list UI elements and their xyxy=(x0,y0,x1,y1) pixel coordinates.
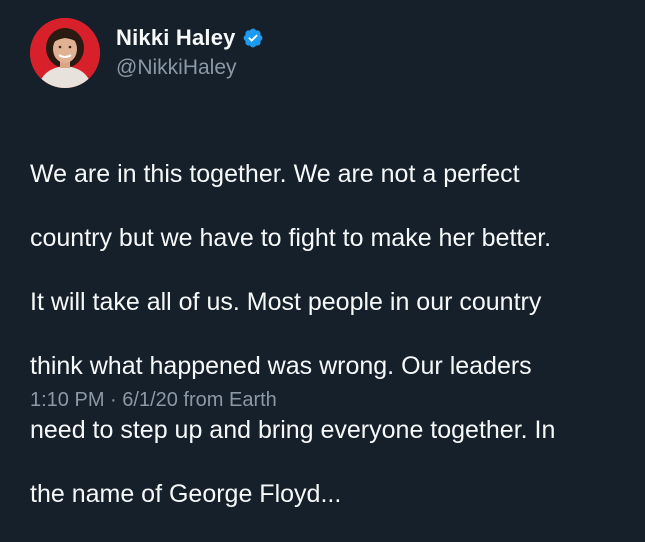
user-handle[interactable]: @NikkiHaley xyxy=(116,54,264,82)
verified-badge-icon xyxy=(242,27,264,49)
display-name[interactable]: Nikki Haley xyxy=(116,24,236,52)
tweet-text-line: country but we have to fight to make her… xyxy=(30,224,552,252)
tweet-source: from Earth xyxy=(177,389,277,411)
tweet-text-line: It will take all of us. Most people in o… xyxy=(30,288,542,316)
tweet-time[interactable]: 1:10 PM xyxy=(30,386,104,414)
tweet-date[interactable]: 6/1/20 xyxy=(122,386,178,414)
meta-separator: · xyxy=(104,389,123,411)
tweet-text-line: the name of George Floyd... xyxy=(30,480,342,508)
tweet-text-line: need to step up and bring everyone toget… xyxy=(30,416,556,444)
name-row: Nikki Haley xyxy=(116,24,264,52)
tweet-metadata: 1:10 PM · 6/1/20 from Earth xyxy=(30,386,277,414)
author-names: Nikki Haley @NikkiHaley xyxy=(116,24,264,82)
tweet-card: Nikki Haley @NikkiHaley We are in this t… xyxy=(0,0,645,508)
avatar[interactable] xyxy=(30,18,100,88)
avatar-portrait-icon xyxy=(30,18,100,88)
tweet-text: We are in this together. We are not a pe… xyxy=(30,126,630,542)
tweet-text-line: think what happened was wrong. Our leade… xyxy=(30,352,532,380)
tweet-text-line: We are in this together. We are not a pe… xyxy=(30,160,520,188)
tweet-header: Nikki Haley @NikkiHaley xyxy=(30,17,264,89)
